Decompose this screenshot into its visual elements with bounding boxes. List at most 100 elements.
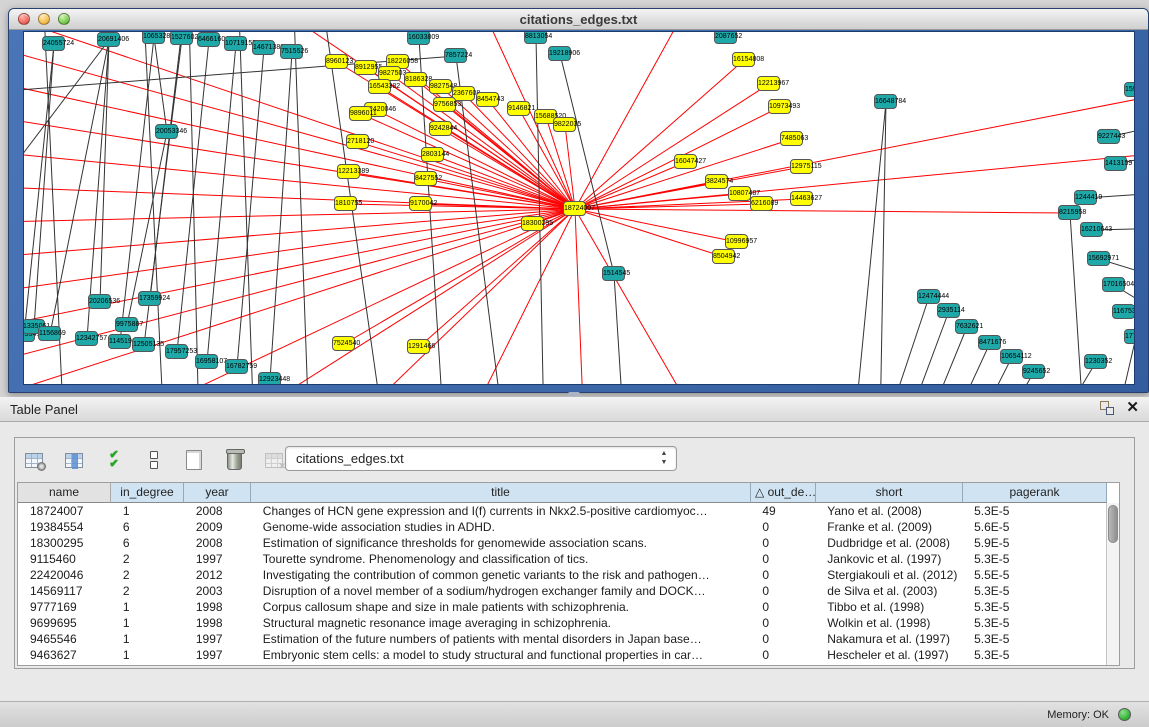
close-icon[interactable]: ✕	[1126, 401, 1139, 415]
column-header-name[interactable]: name	[18, 483, 111, 503]
network-node[interactable]: 20053346	[155, 124, 178, 139]
network-node[interactable]: 12505135	[132, 337, 155, 352]
network-node[interactable]: 17957253	[165, 344, 188, 359]
network-node[interactable]: 8813054	[524, 31, 547, 44]
table-selector-dropdown[interactable]: citations_edges.txt ▲▼	[285, 446, 677, 471]
table-row[interactable]: 1872400712008Changes of HCN gene express…	[18, 503, 1106, 519]
column-header-in_degree[interactable]: in_degree	[111, 483, 184, 503]
network-node[interactable]: 1145194	[108, 334, 131, 349]
citation-edge-red[interactable]	[24, 187, 575, 209]
citation-edge-black[interactable]	[1070, 213, 1084, 385]
network-node[interactable]: 16033809	[407, 31, 430, 45]
network-node[interactable]: 12474444	[917, 289, 940, 304]
network-node[interactable]: 15692971	[1087, 251, 1110, 266]
network-node[interactable]: 1810755	[334, 196, 357, 211]
network-node[interactable]: 7632621	[955, 319, 978, 334]
column-selector-icon[interactable]	[61, 447, 87, 473]
network-node[interactable]: 12213389	[337, 164, 360, 179]
network-node[interactable]: 16543382	[368, 79, 391, 94]
network-node[interactable]: 1156869	[38, 326, 61, 341]
table-row[interactable]: 911546021997Tourette syndrome. Phenomeno…	[18, 551, 1106, 567]
network-node[interactable]: 16648784	[874, 94, 897, 109]
citation-edge-black[interactable]	[560, 54, 614, 274]
network-node[interactable]: 2935114	[937, 303, 960, 318]
network-node[interactable]: 19218906	[548, 46, 571, 61]
network-canvas[interactable]: 2405572420691406106532871527602646616010…	[23, 31, 1135, 385]
citation-edge-red[interactable]	[575, 162, 686, 209]
network-node[interactable]: 10807487	[728, 186, 751, 201]
network-node[interactable]: 14671388	[252, 40, 275, 55]
table-row[interactable]: 1938455462009Genome-wide association stu…	[18, 519, 1106, 535]
network-node[interactable]: 8427552	[414, 171, 437, 186]
column-header-pagerank[interactable]: pagerank	[963, 483, 1107, 503]
network-node[interactable]: 24055724	[42, 36, 65, 51]
network-node[interactable]: 9227443	[1097, 129, 1120, 144]
network-node[interactable]: 1413159	[1104, 156, 1127, 171]
network-node[interactable]: 7524540	[332, 336, 355, 351]
table-row[interactable]: 1830029562008Estimation of significance …	[18, 535, 1106, 551]
float-window-icon[interactable]	[1100, 401, 1114, 415]
network-node[interactable]: 20206536	[88, 294, 111, 309]
network-node[interactable]: 12342757	[75, 331, 98, 346]
citation-edge-black[interactable]	[904, 311, 949, 385]
network-node[interactable]: 9896011	[349, 106, 372, 121]
network-node[interactable]: 20691406	[97, 32, 120, 47]
network-node-hub[interactable]: 18724007	[563, 201, 586, 216]
citation-edge-red[interactable]	[376, 110, 575, 209]
network-node[interactable]: 8454743	[476, 92, 499, 107]
row-height-icon[interactable]	[141, 447, 167, 473]
column-header-short[interactable]: short	[816, 483, 963, 503]
citation-edge-black[interactable]	[150, 32, 184, 299]
scrollbar-thumb[interactable]	[1108, 505, 1118, 543]
citation-edge-red[interactable]	[565, 125, 575, 209]
network-node[interactable]: 8215958	[1058, 205, 1081, 220]
network-node[interactable]: 12923448	[258, 372, 281, 385]
network-node[interactable]: 17016504	[1102, 277, 1125, 292]
network-node[interactable]: 1527602	[170, 31, 193, 45]
network-node[interactable]: 1230352	[1084, 354, 1107, 369]
network-node[interactable]: 17359924	[138, 291, 161, 306]
network-node[interactable]: 7857224	[444, 48, 467, 63]
table-row[interactable]: 969969511998Structural magnetic resonanc…	[18, 615, 1106, 631]
network-node[interactable]: 3824574	[705, 174, 728, 189]
network-node[interactable]: 9146821	[507, 101, 530, 116]
network-node[interactable]: 9242844	[429, 121, 452, 136]
network-node[interactable]: 9170042	[409, 196, 432, 211]
column-header-title[interactable]: title	[251, 483, 751, 503]
column-header-year[interactable]: year	[184, 483, 251, 503]
network-node[interactable]: 14463627	[790, 191, 813, 206]
citation-edge-red[interactable]	[575, 152, 1135, 209]
citation-edge-black[interactable]	[24, 40, 109, 192]
network-node[interactable]: 9822035	[553, 117, 576, 132]
network-node[interactable]: 1244419	[1074, 190, 1097, 205]
citation-edge-black[interactable]	[239, 32, 254, 385]
network-node[interactable]: 1595883	[1124, 82, 1135, 97]
network-node[interactable]: 2718120	[346, 134, 369, 149]
citation-edge-red[interactable]	[361, 114, 575, 209]
network-node[interactable]: 9975887	[115, 317, 138, 332]
network-node[interactable]: 8471676	[978, 335, 1001, 350]
network-node[interactable]: 10973493	[768, 99, 791, 114]
network-node[interactable]: 9756853	[433, 97, 456, 112]
network-node[interactable]: 12975115	[790, 159, 813, 174]
citation-edge-red[interactable]	[575, 209, 724, 257]
network-node[interactable]: 2803144	[421, 147, 444, 162]
citation-edge-black[interactable]	[207, 44, 236, 362]
citation-edge-red[interactable]	[441, 129, 575, 209]
network-node[interactable]: 1167534	[1112, 304, 1135, 319]
network-node[interactable]: 2087652	[714, 31, 737, 44]
network-node[interactable]: 10654112	[1000, 349, 1023, 364]
table-row[interactable]: 946362711997Embryonic stem cells: a mode…	[18, 647, 1106, 663]
network-node[interactable]: 7485063	[780, 131, 803, 146]
network-node[interactable]: 16210643	[1080, 222, 1103, 237]
network-node[interactable]: 16958107	[195, 354, 218, 369]
table-row[interactable]: 946554611997Estimation of the future num…	[18, 631, 1106, 647]
network-node[interactable]: 10719155	[224, 36, 247, 51]
table-settings-icon[interactable]	[21, 447, 47, 473]
table-row[interactable]: 2242004622012Investigating the contribut…	[18, 567, 1106, 583]
network-node[interactable]: 9827548	[429, 79, 452, 94]
network-node[interactable]: 12213967	[757, 76, 780, 91]
table-row[interactable]: 977716911998Corpus callosum shape and si…	[18, 599, 1106, 615]
network-node[interactable]: 8912955	[354, 60, 377, 75]
citation-edge-black[interactable]	[1114, 337, 1135, 385]
